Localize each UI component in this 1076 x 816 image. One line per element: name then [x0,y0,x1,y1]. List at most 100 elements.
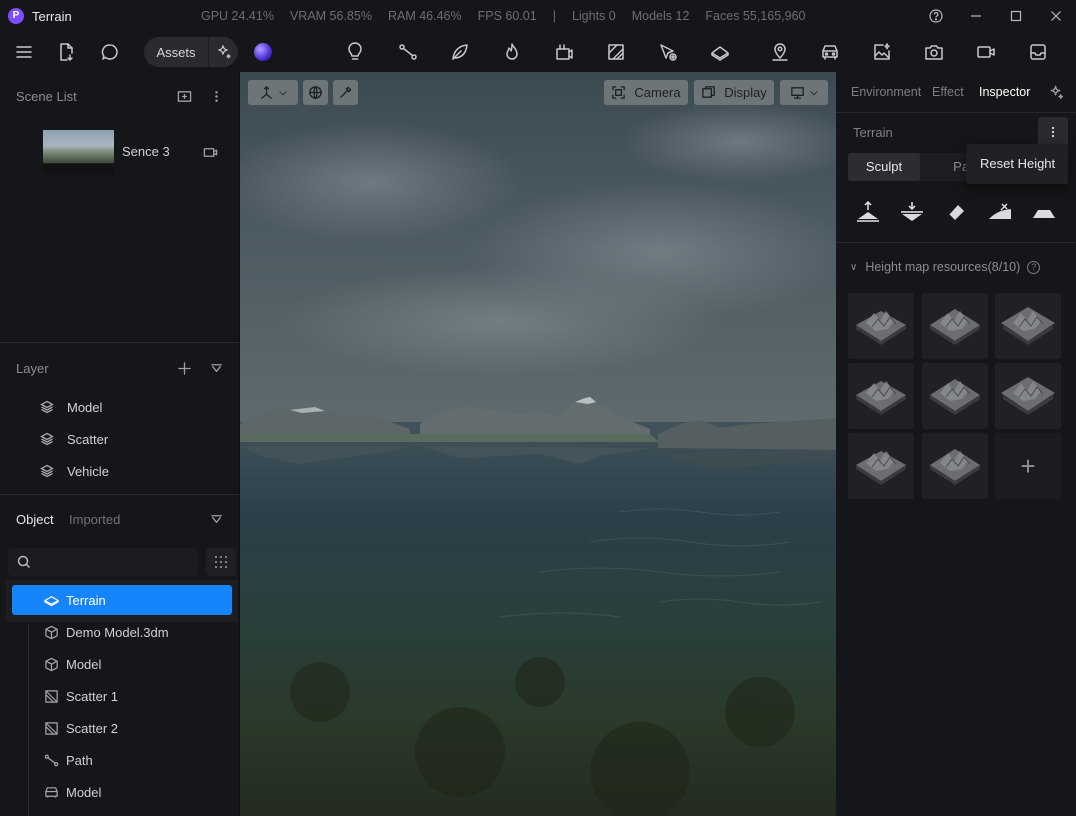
more-options-button[interactable] [1038,117,1068,147]
globe-button[interactable] [303,80,328,105]
heightmap-header[interactable]: ∨ Height map resources(8/10) ? [850,260,1041,274]
fps-stat: FPS 60.01 [477,9,537,23]
layer-filter-icon[interactable] [206,358,226,378]
heightmap-tile[interactable] [921,433,988,499]
heightmap-thumbnail-icon [929,309,980,345]
tree-item-label: Scatter 2 [66,720,119,736]
scene-camera-icon[interactable] [200,142,220,162]
app-title: Terrain [32,8,72,24]
layers-icon [40,400,54,414]
camera-button[interactable]: Camera [604,80,688,105]
layer-item-scatter[interactable]: Scatter [40,429,108,449]
car-icon[interactable] [816,38,844,66]
map-pin-icon[interactable] [766,38,794,66]
image-spark-icon[interactable] [868,38,896,66]
light-bulb-icon[interactable] [341,38,369,66]
minimize-button[interactable] [956,0,996,32]
mode-sculpt[interactable]: Sculpt [848,153,920,181]
video-icon[interactable] [972,38,1000,66]
heightmap-tile[interactable] [848,363,914,429]
fire-icon[interactable] [498,38,526,66]
camera-button-label: Camera [634,85,681,100]
add-layer-icon[interactable] [174,358,194,378]
heightmap-tile[interactable] [848,433,914,499]
camera-icon[interactable] [920,38,948,66]
heightmap-thumbnail-icon [856,311,906,345]
help-icon[interactable] [916,0,956,32]
render-dropdown[interactable] [780,80,828,105]
path-icon [44,754,59,767]
path-icon[interactable] [394,38,422,66]
scene-thumbnail[interactable] [43,130,114,174]
tree-item-terrain[interactable]: Terrain [12,585,232,615]
grid-view-button[interactable] [206,548,236,576]
scatter-icon [45,722,58,735]
heightmap-tile[interactable] [921,293,988,359]
add-scene-icon[interactable] [174,86,194,106]
inbox-icon[interactable] [1024,38,1052,66]
heightmap-thumbnail-icon [929,449,980,485]
layer-item-vehicle[interactable]: Vehicle [40,461,109,481]
3d-viewport[interactable]: Camera Display [240,72,836,816]
tab-inspector[interactable]: Inspector [979,85,1030,99]
hamburger-menu-icon[interactable] [10,38,38,66]
object-search[interactable] [8,548,198,576]
lower-icon[interactable] [897,197,927,227]
faces-stat: Faces 55,165,960 [705,9,806,23]
smooth-icon[interactable] [985,197,1015,227]
select-add-icon[interactable] [654,38,682,66]
car-icon [45,787,58,798]
close-button[interactable] [1036,0,1076,32]
ai-sparkle-icon[interactable] [1046,82,1066,102]
material-sphere-icon[interactable] [254,43,272,61]
more-options-icon[interactable] [206,86,226,106]
heightmap-thumbnail-icon [856,381,906,415]
layer-label: Model [67,399,103,415]
layer-item-model[interactable]: Model [40,397,102,417]
tree-item-vehicle-model[interactable]: Model [12,777,232,807]
tab-imported[interactable]: Imported [69,512,120,527]
tree-item-scatter-1[interactable]: Scatter 1 [12,681,232,711]
sparkle-icon[interactable] [208,37,238,67]
tree-item-label: Model [66,784,102,800]
tree-item-path[interactable]: Path [12,745,232,775]
heightmap-tile[interactable] [848,293,914,359]
raise-icon[interactable] [853,197,883,227]
tab-object[interactable]: Object [16,512,54,527]
eraser-icon[interactable] [941,197,971,227]
help-icon[interactable]: ? [1027,260,1041,274]
app-logo-icon [8,8,24,24]
scene-name[interactable]: Sence 3 [122,144,170,159]
eyedropper-button[interactable] [333,80,358,105]
tree-item-demo-model[interactable]: Demo Model.3dm [12,617,232,647]
chevron-down-icon: ∨ [850,261,858,273]
reset-height-menu-item[interactable]: Reset Height [966,144,1068,184]
assets-button[interactable]: Assets [144,37,238,67]
terrain-icon[interactable] [706,38,734,66]
vehicle-cut-icon[interactable] [550,38,578,66]
search-input[interactable] [38,548,188,576]
tree-item-model[interactable]: Model [12,649,232,679]
heightmap-tile[interactable] [921,363,988,429]
section-title: Terrain [853,125,893,140]
display-button[interactable]: Display [694,80,774,105]
leaf-icon[interactable] [446,38,474,66]
import-file-icon[interactable] [52,38,80,66]
cube-icon [45,625,58,640]
gizmo-dropdown[interactable] [248,80,298,105]
tab-environment[interactable]: Environment [851,85,921,99]
texture-icon[interactable] [602,38,630,66]
main-toolbar: Assets [0,32,1076,72]
tree-item-label: Scatter 1 [66,688,119,704]
object-filter-icon[interactable] [206,509,226,529]
heightmap-tile[interactable] [995,293,1061,359]
tab-effect[interactable]: Effect [932,85,964,99]
layers-icon [40,464,54,478]
chat-icon[interactable] [96,38,124,66]
heightmap-tile[interactable] [995,363,1061,429]
flatten-icon[interactable] [1029,197,1059,227]
tree-item-label: Terrain [66,592,106,608]
tree-item-scatter-2[interactable]: Scatter 2 [12,713,232,743]
add-heightmap-button[interactable]: + [995,433,1061,499]
maximize-button[interactable] [996,0,1036,32]
